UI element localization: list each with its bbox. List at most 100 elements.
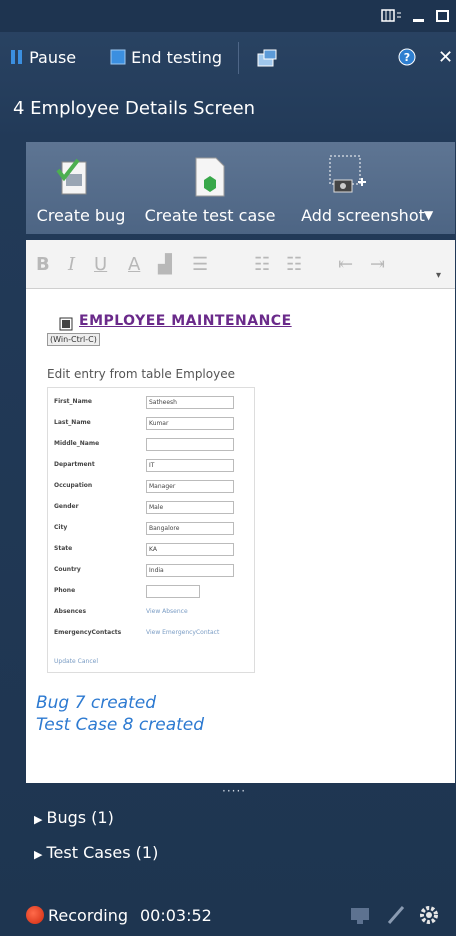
bugs-label: Bugs (1) — [46, 808, 114, 827]
test-runner-window: Pause End testing ? ✕ 4 Employee Details… — [0, 0, 456, 936]
cancel-link: Cancel — [77, 658, 98, 665]
status-bar: Recording 00:03:52 — [0, 893, 456, 936]
end-testing-label: End testing — [131, 48, 223, 67]
settings-gear-icon[interactable] — [418, 904, 440, 926]
font-color-icon[interactable]: A — [128, 254, 140, 275]
form-field-input: Satheesh — [146, 396, 234, 409]
test-cases-section[interactable]: ▶ Test Cases (1) — [34, 843, 158, 862]
minimize-icon[interactable] — [412, 9, 426, 23]
close-icon: ✕ — [438, 47, 454, 68]
pause-label: Pause — [29, 48, 77, 67]
add-screenshot-button[interactable]: Add screenshot — [282, 142, 444, 234]
form-field-input: Bangalore — [146, 522, 234, 535]
form-field-label: Last_Name — [54, 419, 91, 426]
form-field-label: Absences — [54, 608, 87, 615]
create-test-case-label: Create test case — [144, 206, 276, 225]
embedded-screenshot: EMPLOYEE MAINTENANCE (Win-Ctrl-C) Edit e… — [37, 289, 291, 679]
pause-button[interactable]: Pause — [10, 48, 76, 68]
action-band: Create bug Create test case Add screensh… — [26, 142, 455, 234]
chevron-down-icon[interactable]: ▼ — [424, 208, 433, 222]
form-row: Department IT — [54, 459, 254, 473]
recording-time: 00:03:52 — [140, 906, 212, 925]
form-field-label: Occupation — [54, 482, 93, 489]
form-row: Occupation Manager — [54, 480, 254, 494]
monitor-icon[interactable] — [350, 907, 372, 925]
form-actions: Update Cancel — [54, 658, 98, 665]
form-field-input: KA — [146, 543, 234, 556]
underline-icon[interactable]: U — [94, 254, 107, 275]
highlight-icon[interactable]: ▟ — [158, 254, 172, 275]
form-field-label: Phone — [54, 587, 76, 594]
form-field-input — [146, 585, 200, 598]
form-field-link: View Absence — [146, 608, 188, 615]
bugs-section[interactable]: ▶ Bugs (1) — [34, 808, 114, 827]
create-bug-icon — [56, 158, 87, 195]
format-toolbar: B I U A ▟ ☰ ☷ ☷ ⇤ ⇥ ▾ — [26, 240, 455, 289]
overflow-icon[interactable]: ▾ — [436, 270, 448, 282]
pause-icon — [11, 50, 22, 64]
attach-button[interactable] — [256, 48, 278, 73]
form-field-link: View EmergencyContact — [146, 629, 220, 636]
bold-icon[interactable]: B — [36, 254, 50, 275]
test-cases-label: Test Cases (1) — [46, 843, 159, 862]
end-testing-button[interactable]: End testing — [110, 48, 222, 68]
form-row: Phone — [54, 585, 254, 599]
form-field-label: First_Name — [54, 398, 92, 405]
toolbar-divider — [238, 42, 239, 74]
create-test-case-icon — [195, 157, 225, 197]
record-icon — [26, 906, 44, 924]
title-bar — [0, 0, 456, 32]
create-bug-label: Create bug — [36, 206, 126, 225]
outdent-icon[interactable]: ⇤ — [338, 254, 353, 275]
form-field-label: EmergencyContacts — [54, 629, 122, 636]
form-row: First_Name Satheesh — [54, 396, 254, 410]
resize-handle[interactable]: ····· — [222, 784, 246, 798]
italic-icon[interactable]: I — [68, 254, 75, 275]
attachment-icon — [257, 49, 277, 67]
screenshot-subtitle: Edit entry from table Employee — [47, 367, 235, 381]
help-icon: ? — [398, 48, 416, 66]
expand-icon: ▶ — [34, 848, 43, 861]
form-field-label: State — [54, 545, 73, 552]
form-field-input: IT — [146, 459, 234, 472]
activity-log: Bug 7 created Test Case 8 created — [36, 692, 204, 736]
form-row: Absences View Absence — [54, 606, 254, 620]
form-row: City Bangalore — [54, 522, 254, 536]
form-field-label: City — [54, 524, 68, 531]
form-field-label: Department — [54, 461, 95, 468]
app-logo-icon — [59, 317, 73, 331]
form-row: Country India — [54, 564, 254, 578]
svg-text:?: ? — [404, 51, 410, 64]
form-field-label: Middle_Name — [54, 440, 100, 447]
log-line-test-case: Test Case 8 created — [36, 715, 205, 735]
form-row: State KA — [54, 543, 254, 557]
add-screenshot-icon — [329, 155, 366, 193]
maximize-icon[interactable] — [436, 9, 450, 23]
indent-icon[interactable]: ⇥ — [370, 254, 385, 275]
pen-icon[interactable] — [386, 905, 406, 925]
form-field-input — [146, 438, 234, 451]
align-icon[interactable]: ☰ — [192, 254, 208, 275]
help-button[interactable]: ? — [398, 48, 416, 71]
form-row: Last_Name Kumar — [54, 417, 254, 431]
bullet-list-icon[interactable]: ☷ — [254, 254, 270, 275]
form-field-label: Gender — [54, 503, 79, 510]
page-title: 4 Employee Details Screen — [13, 98, 256, 119]
form-row: Middle_Name — [54, 438, 254, 452]
form-row: Gender Male — [54, 501, 254, 515]
rich-text-editor[interactable]: B I U A ▟ ☰ ☷ ☷ ⇤ ⇥ ▾ EMPLOYEE MAINTENAN… — [26, 240, 455, 783]
form-row: EmergencyContacts View EmergencyContact — [54, 627, 254, 641]
create-bug-button[interactable]: Create bug — [32, 142, 130, 234]
dock-icon[interactable] — [381, 9, 403, 23]
add-screenshot-label: Add screenshot — [301, 206, 425, 225]
expand-icon: ▶ — [34, 813, 43, 826]
form-field-label: Country — [54, 566, 81, 573]
close-button[interactable]: ✕ — [438, 48, 453, 68]
form-field-input: India — [146, 564, 234, 577]
tooltip: (Win-Ctrl-C) — [47, 333, 100, 346]
screenshot-title: EMPLOYEE MAINTENANCE — [79, 313, 292, 329]
numbered-list-icon[interactable]: ☷ — [286, 254, 302, 275]
create-test-case-button[interactable]: Create test case — [136, 142, 284, 234]
form-field-input: Male — [146, 501, 234, 514]
form-field-input: Kumar — [146, 417, 234, 430]
